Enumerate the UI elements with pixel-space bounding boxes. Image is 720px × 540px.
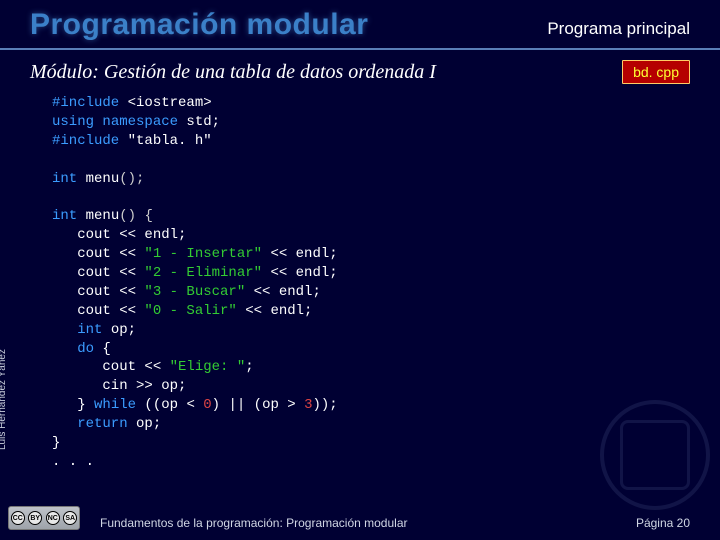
code-token: )); [312,397,337,413]
code-token: (); [119,171,144,187]
code-token: "2 - Eliminar" [144,265,262,281]
code-token: int [52,208,77,224]
slide-footer: Fundamentos de la programación: Programa… [100,516,690,530]
code-token: { [94,341,111,357]
code-token: cin >> op; [52,378,186,394]
code-token: #include [52,95,119,111]
nc-icon: NC [46,511,60,525]
code-token: << endl; [262,265,338,281]
seal-inner [620,420,690,490]
code-token: } [52,435,60,451]
code-block: #include <iostream> using namespace std;… [0,88,720,472]
code-token: 0 [203,397,211,413]
code-token: do [52,341,94,357]
code-token: "1 - Insertar" [144,246,262,262]
code-token: } [52,397,94,413]
code-token: << endl; [262,246,338,262]
code-token: return [52,416,128,432]
cc-icon: CC [11,511,25,525]
code-token: "0 - Salir" [144,303,236,319]
code-token: cout << [52,303,144,319]
code-token: cout << [52,284,144,300]
module-title: Módulo: Gestión de una tabla de datos or… [30,61,436,84]
module-row: Módulo: Gestión de una tabla de datos or… [0,50,720,88]
code-token: "3 - Buscar" [144,284,245,300]
code-token: namespace [94,114,178,130]
slide-title: Programación modular [30,8,368,42]
author-label: Luis Hernández Yáñez [0,349,8,450]
code-token: using [52,114,94,130]
code-token: op; [128,416,162,432]
code-token: <iostream> [119,95,211,111]
code-token: << endl; [237,303,313,319]
code-token: . . . [52,454,94,470]
page-number: Página 20 [636,516,690,530]
code-token: () { [119,208,153,224]
code-token: std; [178,114,220,130]
university-seal-watermark [600,400,710,510]
filename-badge: bd. cpp [622,60,690,84]
code-token: menu [77,171,119,187]
by-icon: BY [28,511,42,525]
code-token: op; [102,322,136,338]
slide-header: Programación modular Programa principal [0,0,720,50]
code-token: menu [77,208,119,224]
code-token: int [52,322,102,338]
sa-icon: SA [63,511,77,525]
code-token: cout << [52,359,170,375]
code-token: int [52,171,77,187]
code-token: "tabla. h" [119,133,211,149]
code-token: cout << endl; [52,227,186,243]
code-token: cout << [52,265,144,281]
code-token: ; [245,359,253,375]
code-token: ((op < [136,397,203,413]
cc-license-badge: CC BY NC SA [8,506,80,530]
code-token: ) || (op > [212,397,304,413]
code-token: "Elige: " [170,359,246,375]
footer-left: Fundamentos de la programación: Programa… [100,516,408,530]
code-token: cout << [52,246,144,262]
code-token: #include [52,133,119,149]
code-token: while [94,397,136,413]
slide-subtitle: Programa principal [547,19,690,39]
code-token: << endl; [245,284,321,300]
